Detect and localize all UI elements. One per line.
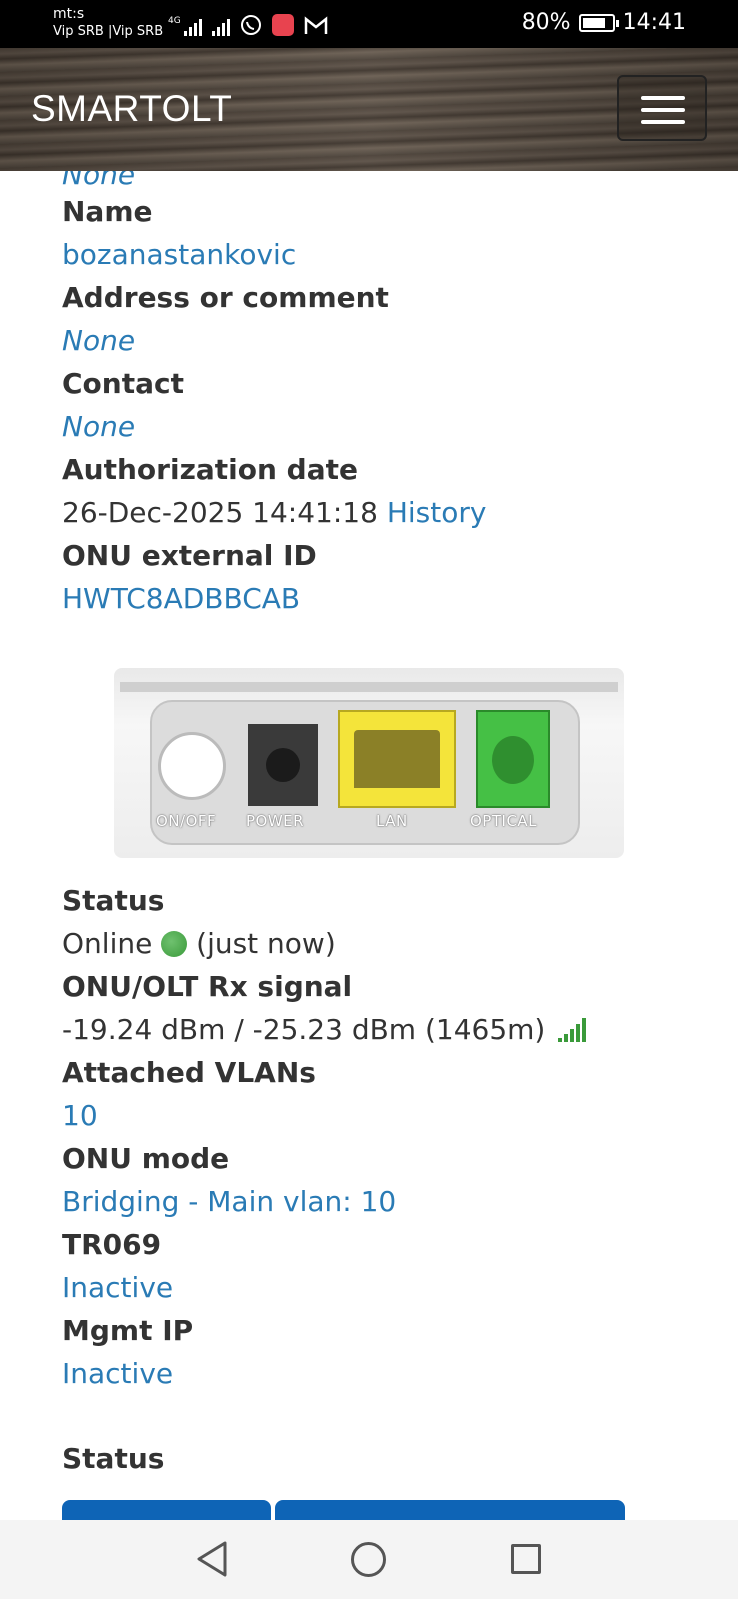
onu-mode-value[interactable]: Bridging - Main vlan: 10: [62, 1184, 396, 1220]
status-action-button-1[interactable]: [62, 1500, 271, 1520]
port-label-onoff: ON/OFF: [156, 812, 217, 830]
signal-icon-2: [211, 16, 230, 36]
carrier-line-1: mt:s: [53, 6, 85, 22]
history-link[interactable]: History: [387, 496, 487, 529]
status-label: Status: [62, 884, 165, 917]
battery-percent: 80%: [521, 10, 571, 35]
mgmt-ip-label: Mgmt IP: [62, 1314, 194, 1347]
gmail-icon: [304, 16, 327, 34]
mgmt-ip-value[interactable]: Inactive: [62, 1356, 173, 1392]
hamburger-icon: [641, 96, 685, 100]
onu-device-image: ON/OFF POWER LAN OPTICAL: [114, 668, 624, 868]
vlans-label: Attached VLANs: [62, 1056, 316, 1089]
status-right: 80% 14:41: [522, 10, 686, 35]
authorization-date-row: 26-Dec-2025 14:41:18 History: [62, 495, 486, 531]
back-icon[interactable]: [195, 1540, 229, 1578]
external-id-value[interactable]: HWTC8ADBBCAB: [62, 581, 300, 617]
signal-icon: 4G: [168, 16, 202, 36]
optical-port: [476, 710, 550, 808]
onu-mode-label: ONU mode: [62, 1142, 230, 1175]
menu-toggle-button[interactable]: [617, 75, 707, 141]
home-icon[interactable]: [351, 1542, 386, 1577]
tr069-label: TR069: [62, 1228, 162, 1261]
status-icons: 4G: [168, 12, 328, 36]
status-value: Online: [62, 927, 153, 960]
status-action-button-2[interactable]: [275, 1500, 625, 1520]
app-navbar: SMARTOLT: [0, 48, 738, 171]
external-id-label: ONU external ID: [62, 539, 317, 572]
port-label-optical: OPTICAL: [470, 812, 538, 830]
address-value[interactable]: None: [62, 323, 135, 359]
contact-label: Contact: [62, 367, 184, 400]
authorization-date-value: 26-Dec-2025 14:41:18: [62, 496, 378, 529]
viber-icon: [240, 15, 261, 35]
tr069-value[interactable]: Inactive: [62, 1270, 173, 1306]
port-label-power: POWER: [246, 812, 305, 830]
authorization-date-label: Authorization date: [62, 453, 358, 486]
name-value[interactable]: bozanastankovic: [62, 237, 296, 273]
address-label: Address or comment: [62, 281, 389, 314]
network-type: 4G: [168, 16, 181, 26]
recent-apps-icon[interactable]: [511, 1544, 541, 1574]
rx-signal-label: ONU/OLT Rx signal: [62, 970, 353, 1003]
app-notification-icon: [271, 14, 294, 36]
rx-signal-value: -19.24 dBm / -25.23 dBm (1465m): [62, 1013, 546, 1046]
power-port: [248, 724, 318, 806]
status-row: Online (just now): [62, 926, 336, 962]
status-time: (just now): [196, 927, 336, 960]
brand-logo[interactable]: SMARTOLT: [31, 88, 232, 130]
status-section-label: Status: [62, 1442, 165, 1475]
onu-port-panel: ON/OFF POWER LAN OPTICAL: [150, 700, 580, 845]
name-label: Name: [62, 195, 153, 228]
battery-icon: [578, 13, 619, 32]
carrier-info: mt:s Vip SRB |Vip SRB: [53, 6, 163, 40]
onu-details-content: None Name bozanastankovic Address or com…: [62, 171, 702, 1520]
signal-strength-icon: [558, 1018, 587, 1042]
globe-online-icon: [161, 931, 188, 957]
system-status-bar: mt:s Vip SRB |Vip SRB 4G 80% 14:41: [0, 0, 738, 48]
android-navigation-bar: [0, 1520, 738, 1599]
clock: 14:41: [622, 10, 686, 35]
lan-port: [338, 710, 456, 808]
vlans-value[interactable]: 10: [62, 1098, 98, 1134]
contact-value[interactable]: None: [62, 409, 135, 445]
port-label-lan: LAN: [376, 812, 408, 830]
rx-signal-row: -19.24 dBm / -25.23 dBm (1465m): [62, 1012, 587, 1048]
on-off-button-port: [158, 732, 226, 800]
carrier-line-2: Vip SRB |Vip SRB: [53, 24, 164, 39]
previous-value: None: [62, 171, 136, 191]
